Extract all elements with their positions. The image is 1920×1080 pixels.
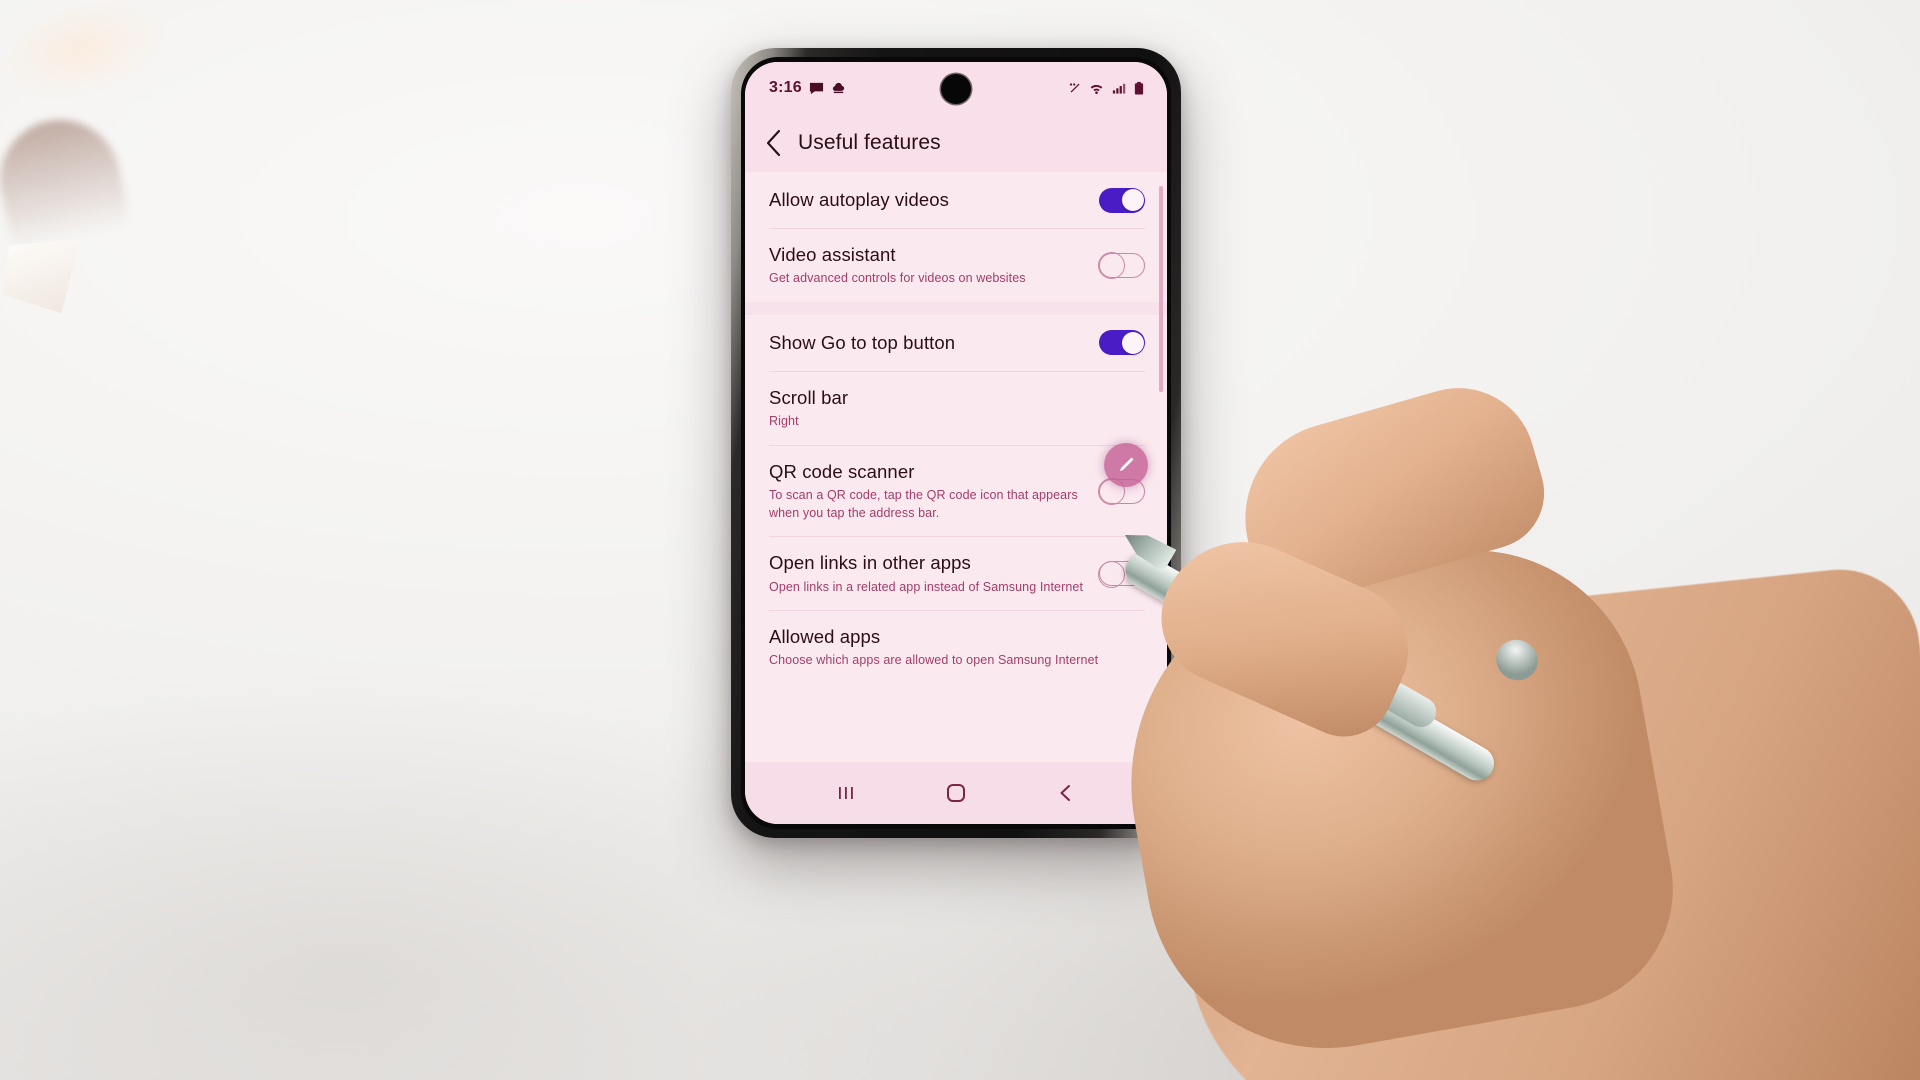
setting-row-show-go-to-top-button[interactable]: Show Go to top button [745,315,1167,371]
phone-device: 3:16 Useful features Allow autoplay vide… [731,48,1181,838]
phone-bezel: 3:16 Useful features Allow autoplay vide… [741,57,1171,829]
setting-subtitle: Right [769,414,799,428]
navigation-bar [745,762,1167,824]
setting-row-text: QR code scanner To scan a QR code, tap t… [769,460,1099,523]
setting-title: Open links in other apps [769,552,971,574]
screenshot-scene: 3:16 Useful features Allow autoplay vide… [0,0,1920,1080]
setting-row-text: Allowed apps Choose which apps are allow… [769,625,1145,670]
setting-subtitle: Choose which apps are allowed to open Sa… [769,653,1099,668]
front-camera-punch-hole [941,74,971,104]
vibrate-icon [1068,81,1082,95]
toggle-video-assistant[interactable] [1098,252,1145,280]
toggle-allow-autoplay-videos[interactable] [1099,187,1145,213]
setting-title: Allow autoplay videos [769,189,950,211]
message-icon [809,81,824,96]
setting-row-video-assistant[interactable]: Video assistant Get advanced controls fo… [745,229,1167,302]
status-bar-left: 3:16 [769,79,846,97]
status-bar: 3:16 [745,62,1167,114]
status-bar-clock: 3:16 [769,79,802,96]
toggle-show-go-to-top-button[interactable] [1099,330,1145,356]
setting-row-text: Allow autoplay videos [769,188,1099,211]
phone-screen: 3:16 Useful features Allow autoplay vide… [745,62,1167,824]
download-icon [831,81,846,96]
toggle-open-links-in-other-apps[interactable] [1098,560,1145,588]
setting-subtitle: To scan a QR code, tap the QR code icon … [769,487,1078,520]
scrollbar[interactable] [1159,186,1163,392]
setting-subtitle: Get advanced controls for videos on webs… [769,271,1026,286]
setting-row-text: Video assistant Get advanced controls fo… [769,243,1099,288]
app-bar: Useful features [745,114,1167,172]
setting-row-text: Scroll bar Right [769,386,1145,431]
recents-icon[interactable] [835,782,857,804]
setting-row-text: Show Go to top button [769,331,1099,354]
setting-title: Allowed apps [769,626,881,648]
battery-icon [1133,81,1145,96]
setting-row-scroll-bar[interactable]: Scroll bar Right [745,372,1167,445]
settings-group-separator [745,301,1167,315]
setting-title: Scroll bar [769,386,849,408]
setting-title: Video assistant [769,244,896,265]
signal-icon [1111,81,1126,96]
s-pen-hover-cursor [1104,443,1148,487]
page-title: Useful features [798,131,941,154]
setting-row-text: Open links in other apps Open links in a… [769,551,1099,596]
setting-row-allow-autoplay-videos[interactable]: Allow autoplay videos [745,172,1167,228]
setting-row-allowed-apps[interactable]: Allowed apps Choose which apps are allow… [745,611,1167,684]
back-chevron-icon[interactable] [765,129,782,157]
setting-title: QR code scanner [769,460,915,482]
status-bar-right [1068,81,1145,96]
home-icon[interactable] [944,781,968,805]
setting-subtitle: Open links in a related app instead of S… [769,579,1084,594]
setting-row-open-links-in-other-apps[interactable]: Open links in other apps Open links in a… [745,537,1167,610]
setting-title: Show Go to top button [769,332,956,354]
wifi-icon [1089,81,1104,96]
back-icon[interactable] [1055,782,1077,804]
